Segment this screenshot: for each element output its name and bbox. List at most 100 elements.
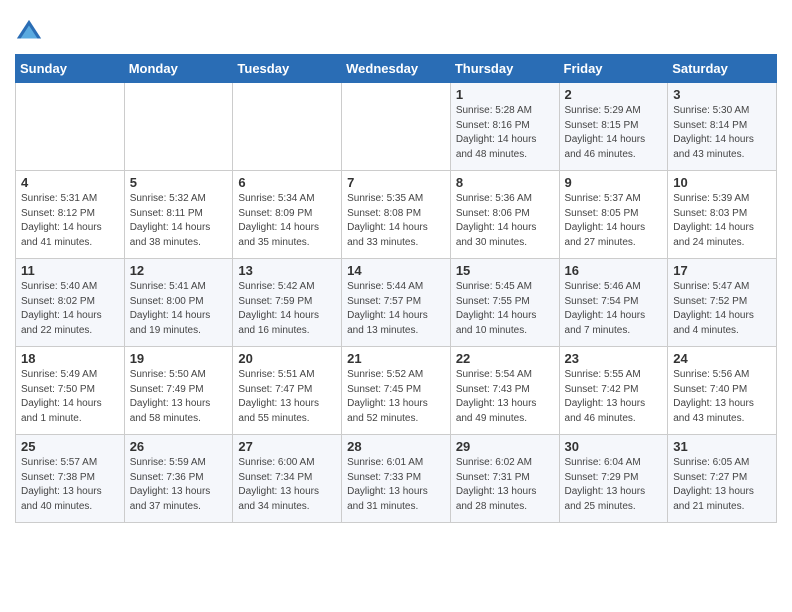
calendar-cell: 6Sunrise: 5:34 AM Sunset: 8:09 PM Daylig… — [233, 171, 342, 259]
day-number: 23 — [565, 351, 663, 366]
day-info: Sunrise: 5:52 AM Sunset: 7:45 PM Dayligh… — [347, 368, 445, 426]
calendar-cell: 28 Sunrise: 6:01 AM Sunset: 7:33 PM Dayli… — [342, 435, 451, 523]
day-info: Sunrise: 5:29 AM Sunset: 8:15 PM Dayligh… — [565, 104, 663, 162]
calendar-header-row: SundayMondayTuesdayWednesdayThursdayFrid… — [16, 55, 777, 83]
calendar-cell: 4 Sunrise: 5:31 AM Sunset: 8:12 PM Daylig… — [16, 171, 125, 259]
day-info: Sunrise: 5:44 AM Sunset: 7:57 PM Dayligh… — [347, 280, 445, 338]
day-number: 25 — [21, 439, 119, 454]
day-info: Sunrise: 5:32 AM Sunset: 8:11 PM Dayligh… — [130, 192, 228, 250]
day-info: Sunrise: 5:54 AM Sunset: 7:43 PM Dayligh… — [456, 368, 554, 426]
calendar-cell: 8 Sunrise: 5:36 AM Sunset: 8:06 PM Daylig… — [450, 171, 559, 259]
day-info: Sunrise: 5:55 AM Sunset: 7:42 PM Dayligh… — [565, 368, 663, 426]
calendar-week-row: 18 Sunrise: 5:49 AM Sunset: 7:50 PM Dayli… — [16, 347, 777, 435]
calendar-cell: 14 Sunrise: 5:44 AM Sunset: 7:57 PM Dayli… — [342, 259, 451, 347]
weekday-header: Tuesday — [233, 55, 342, 83]
calendar-cell: 19 Sunrise: 5:50 AM Sunset: 7:49 PM Dayli… — [124, 347, 233, 435]
day-info: Sunrise: 5:34 AM Sunset: 8:09 PM Dayligh… — [238, 192, 336, 250]
day-info: Sunrise: 5:30 AM Sunset: 8:14 PM Dayligh… — [673, 104, 771, 162]
calendar-cell — [16, 83, 125, 171]
calendar-cell: 1Sunrise: 5:28 AM Sunset: 8:16 PM Daylig… — [450, 83, 559, 171]
day-number: 24 — [673, 351, 771, 366]
day-number: 21 — [347, 351, 445, 366]
day-info: Sunrise: 5:40 AM Sunset: 8:02 PM Dayligh… — [21, 280, 119, 338]
calendar-cell: 25 Sunrise: 5:57 AM Sunset: 7:38 PM Dayli… — [16, 435, 125, 523]
day-number: 12 — [130, 263, 228, 278]
day-number: 2 — [565, 87, 663, 102]
header — [15, 10, 777, 46]
day-info: Sunrise: 5:45 AM Sunset: 7:55 PM Dayligh… — [456, 280, 554, 338]
calendar-cell — [342, 83, 451, 171]
day-info: Sunrise: 5:39 AM Sunset: 8:03 PM Dayligh… — [673, 192, 771, 250]
day-number: 31 — [673, 439, 771, 454]
calendar-cell: 5 Sunrise: 5:32 AM Sunset: 8:11 PM Daylig… — [124, 171, 233, 259]
calendar-cell: 29 Sunrise: 6:02 AM Sunset: 7:31 PM Dayli… — [450, 435, 559, 523]
day-number: 14 — [347, 263, 445, 278]
day-info: Sunrise: 6:02 AM Sunset: 7:31 PM Dayligh… — [456, 456, 554, 514]
calendar-cell: 26Sunrise: 5:59 AM Sunset: 7:36 PM Dayli… — [124, 435, 233, 523]
weekday-header: Sunday — [16, 55, 125, 83]
calendar-cell: 15 Sunrise: 5:45 AM Sunset: 7:55 PM Dayli… — [450, 259, 559, 347]
day-number: 8 — [456, 175, 554, 190]
calendar-cell: 18 Sunrise: 5:49 AM Sunset: 7:50 PM Dayli… — [16, 347, 125, 435]
weekday-header: Saturday — [668, 55, 777, 83]
day-info: Sunrise: 5:46 AM Sunset: 7:54 PM Dayligh… — [565, 280, 663, 338]
calendar-week-row: 1Sunrise: 5:28 AM Sunset: 8:16 PM Daylig… — [16, 83, 777, 171]
day-info: Sunrise: 5:41 AM Sunset: 8:00 PM Dayligh… — [130, 280, 228, 338]
day-info: Sunrise: 5:47 AM Sunset: 7:52 PM Dayligh… — [673, 280, 771, 338]
weekday-header: Thursday — [450, 55, 559, 83]
day-info: Sunrise: 5:56 AM Sunset: 7:40 PM Dayligh… — [673, 368, 771, 426]
calendar-cell: 3Sunrise: 5:30 AM Sunset: 8:14 PM Daylig… — [668, 83, 777, 171]
day-number: 27 — [238, 439, 336, 454]
calendar-cell: 20 Sunrise: 5:51 AM Sunset: 7:47 PM Dayli… — [233, 347, 342, 435]
day-info: Sunrise: 5:28 AM Sunset: 8:16 PM Dayligh… — [456, 104, 554, 162]
day-info: Sunrise: 6:05 AM Sunset: 7:27 PM Dayligh… — [673, 456, 771, 514]
calendar-cell: 30 Sunrise: 6:04 AM Sunset: 7:29 PM Dayli… — [559, 435, 668, 523]
calendar-cell — [124, 83, 233, 171]
calendar-cell: 22 Sunrise: 5:54 AM Sunset: 7:43 PM Dayli… — [450, 347, 559, 435]
day-number: 11 — [21, 263, 119, 278]
calendar-cell: 21 Sunrise: 5:52 AM Sunset: 7:45 PM Dayli… — [342, 347, 451, 435]
day-number: 5 — [130, 175, 228, 190]
calendar-table: SundayMondayTuesdayWednesdayThursdayFrid… — [15, 54, 777, 523]
day-info: Sunrise: 5:51 AM Sunset: 7:47 PM Dayligh… — [238, 368, 336, 426]
day-info: Sunrise: 6:01 AM Sunset: 7:33 PM Dayligh… — [347, 456, 445, 514]
day-number: 26 — [130, 439, 228, 454]
logo-icon — [15, 18, 43, 46]
calendar-cell: 12 Sunrise: 5:41 AM Sunset: 8:00 PM Dayli… — [124, 259, 233, 347]
calendar-cell: 27Sunrise: 6:00 AM Sunset: 7:34 PM Dayli… — [233, 435, 342, 523]
day-number: 19 — [130, 351, 228, 366]
day-info: Sunrise: 5:37 AM Sunset: 8:05 PM Dayligh… — [565, 192, 663, 250]
calendar-cell: 2 Sunrise: 5:29 AM Sunset: 8:15 PM Daylig… — [559, 83, 668, 171]
day-info: Sunrise: 5:57 AM Sunset: 7:38 PM Dayligh… — [21, 456, 119, 514]
day-number: 30 — [565, 439, 663, 454]
day-number: 13 — [238, 263, 336, 278]
calendar-cell: 9Sunrise: 5:37 AM Sunset: 8:05 PM Daylig… — [559, 171, 668, 259]
day-info: Sunrise: 5:36 AM Sunset: 8:06 PM Dayligh… — [456, 192, 554, 250]
day-number: 20 — [238, 351, 336, 366]
weekday-header: Monday — [124, 55, 233, 83]
weekday-header: Friday — [559, 55, 668, 83]
day-number: 10 — [673, 175, 771, 190]
day-number: 16 — [565, 263, 663, 278]
day-number: 4 — [21, 175, 119, 190]
logo — [15, 18, 45, 46]
day-number: 18 — [21, 351, 119, 366]
calendar-cell: 16 Sunrise: 5:46 AM Sunset: 7:54 PM Dayli… — [559, 259, 668, 347]
day-info: Sunrise: 5:42 AM Sunset: 7:59 PM Dayligh… — [238, 280, 336, 338]
calendar-cell: 23 Sunrise: 5:55 AM Sunset: 7:42 PM Dayli… — [559, 347, 668, 435]
calendar-week-row: 11 Sunrise: 5:40 AM Sunset: 8:02 PM Dayli… — [16, 259, 777, 347]
day-number: 7 — [347, 175, 445, 190]
day-number: 29 — [456, 439, 554, 454]
day-info: Sunrise: 6:04 AM Sunset: 7:29 PM Dayligh… — [565, 456, 663, 514]
day-info: Sunrise: 5:50 AM Sunset: 7:49 PM Dayligh… — [130, 368, 228, 426]
day-number: 15 — [456, 263, 554, 278]
day-info: Sunrise: 5:31 AM Sunset: 8:12 PM Dayligh… — [21, 192, 119, 250]
calendar-cell: 31 Sunrise: 6:05 AM Sunset: 7:27 PM Dayli… — [668, 435, 777, 523]
calendar-cell: 7Sunrise: 5:35 AM Sunset: 8:08 PM Daylig… — [342, 171, 451, 259]
weekday-header: Wednesday — [342, 55, 451, 83]
calendar-week-row: 25 Sunrise: 5:57 AM Sunset: 7:38 PM Dayli… — [16, 435, 777, 523]
day-number: 22 — [456, 351, 554, 366]
day-number: 28 — [347, 439, 445, 454]
day-info: Sunrise: 5:49 AM Sunset: 7:50 PM Dayligh… — [21, 368, 119, 426]
calendar-week-row: 4 Sunrise: 5:31 AM Sunset: 8:12 PM Daylig… — [16, 171, 777, 259]
